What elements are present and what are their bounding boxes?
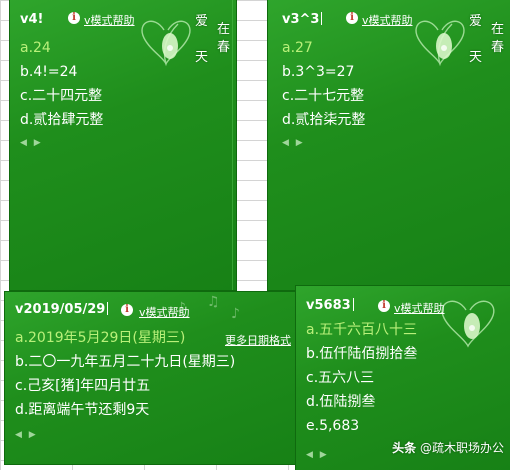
candidate-item[interactable]: a.27 bbox=[282, 36, 365, 60]
v-mode-help-link[interactable]: v模式帮助 bbox=[394, 300, 445, 316]
page-arrows-icon[interactable]: ◀ ▶ bbox=[282, 138, 305, 148]
input-code-text: v4! bbox=[20, 12, 44, 27]
ime-candidate-panel-1: 爱 在 春 天 v4! i v模式帮助 a.24 b.4!=24 c.二十四元整… bbox=[10, 0, 236, 290]
page-arrows-icon[interactable]: ◀ ▶ bbox=[15, 430, 38, 440]
input-code: v2019/05/29 bbox=[15, 302, 109, 317]
candidate-item[interactable]: c.二十四元整 bbox=[20, 84, 103, 108]
input-code-text: v5683 bbox=[306, 298, 351, 313]
candidate-item[interactable]: e.5,683 bbox=[306, 414, 417, 438]
candidate-item[interactable]: c.五六八三 bbox=[306, 366, 417, 390]
ime-candidate-panel-4: v5683 i v模式帮助 a.五千六百八十三 b.伍仟陆佰捌拾叁 c.五六八三… bbox=[296, 286, 510, 470]
poem-char-4: 天 bbox=[194, 50, 208, 65]
candidate-item[interactable]: b.伍仟陆佰捌拾叁 bbox=[306, 342, 417, 366]
v-mode-help-link[interactable]: v模式帮助 bbox=[84, 12, 135, 28]
poem-char-2: 在 bbox=[490, 22, 504, 37]
heart-leaf-decoration-icon bbox=[441, 300, 495, 348]
poem-char-1: 爱 bbox=[468, 14, 482, 29]
v-mode-help-link[interactable]: v模式帮助 bbox=[362, 12, 413, 28]
watermark-prefix: 头条 bbox=[392, 441, 417, 455]
info-icon[interactable]: i bbox=[121, 304, 133, 316]
candidate-item[interactable]: b.4!=24 bbox=[20, 60, 103, 84]
page-arrows-icon[interactable]: ◀ ▶ bbox=[306, 450, 329, 460]
svg-text:♫: ♫ bbox=[207, 294, 220, 310]
candidate-list: a.五千六百八十三 b.伍仟陆佰捌拾叁 c.五六八三 d.伍陆捌叁 e.5,68… bbox=[306, 318, 417, 438]
info-icon[interactable]: i bbox=[346, 12, 358, 24]
candidate-list: a.24 b.4!=24 c.二十四元整 d.贰拾肆元整 bbox=[20, 36, 103, 132]
poem-char-4: 天 bbox=[468, 50, 482, 65]
watermark: 头条 @疏木职场办公 bbox=[392, 439, 504, 456]
candidate-item[interactable]: d.距离端午节还剩9天 bbox=[15, 398, 235, 422]
ime-candidate-panel-3: ♪ ♫ ♪ v2019/05/29 i v模式帮助 a.2019年5月29日(星期三… bbox=[5, 292, 297, 464]
input-code-text: v3^3 bbox=[282, 12, 320, 27]
poem-char-3: 春 bbox=[490, 40, 504, 55]
candidate-item[interactable]: a.2019年5月29日(星期三) bbox=[15, 326, 235, 350]
candidate-item[interactable]: c.二十七元整 bbox=[282, 84, 365, 108]
info-icon[interactable]: i bbox=[68, 12, 80, 24]
candidate-list: a.27 b.3^3=27 c.二十七元整 d.贰拾柒元整 bbox=[282, 36, 365, 132]
poem-char-2: 在 bbox=[216, 22, 230, 37]
candidate-item[interactable]: d.贰拾柒元整 bbox=[282, 108, 365, 132]
candidate-item[interactable]: d.伍陆捌叁 bbox=[306, 390, 417, 414]
svg-text:♪: ♪ bbox=[231, 306, 240, 322]
candidate-list: a.2019年5月29日(星期三) b.二〇一九年五月二十九日(星期三) c.己… bbox=[15, 326, 235, 422]
input-code: v5683 bbox=[306, 298, 354, 313]
candidate-item[interactable]: a.24 bbox=[20, 36, 103, 60]
candidate-item[interactable]: b.二〇一九年五月二十九日(星期三) bbox=[15, 350, 235, 374]
panel-divider bbox=[232, 0, 233, 290]
input-code: v3^3 bbox=[282, 12, 323, 27]
input-code: v4! bbox=[20, 12, 43, 27]
input-code-text: v2019/05/29 bbox=[15, 302, 106, 317]
poem-char-3: 春 bbox=[216, 40, 230, 55]
page-arrows-icon[interactable]: ◀ ▶ bbox=[20, 138, 43, 148]
candidate-item[interactable]: c.己亥[猪]年四月廿五 bbox=[15, 374, 235, 398]
candidate-item[interactable]: a.五千六百八十三 bbox=[306, 318, 417, 342]
ime-candidate-panel-2: 爱 在 春 天 v3^3 i v模式帮助 a.27 b.3^3=27 c.二十七… bbox=[268, 0, 510, 290]
candidate-item[interactable]: b.3^3=27 bbox=[282, 60, 365, 84]
watermark-text: @疏木职场办公 bbox=[419, 441, 504, 455]
more-date-formats-link[interactable]: 更多日期格式 bbox=[225, 332, 291, 348]
poem-char-1: 爱 bbox=[194, 14, 208, 29]
info-icon[interactable]: i bbox=[378, 300, 390, 312]
candidate-item[interactable]: d.贰拾肆元整 bbox=[20, 108, 103, 132]
v-mode-help-link[interactable]: v模式帮助 bbox=[139, 304, 190, 320]
